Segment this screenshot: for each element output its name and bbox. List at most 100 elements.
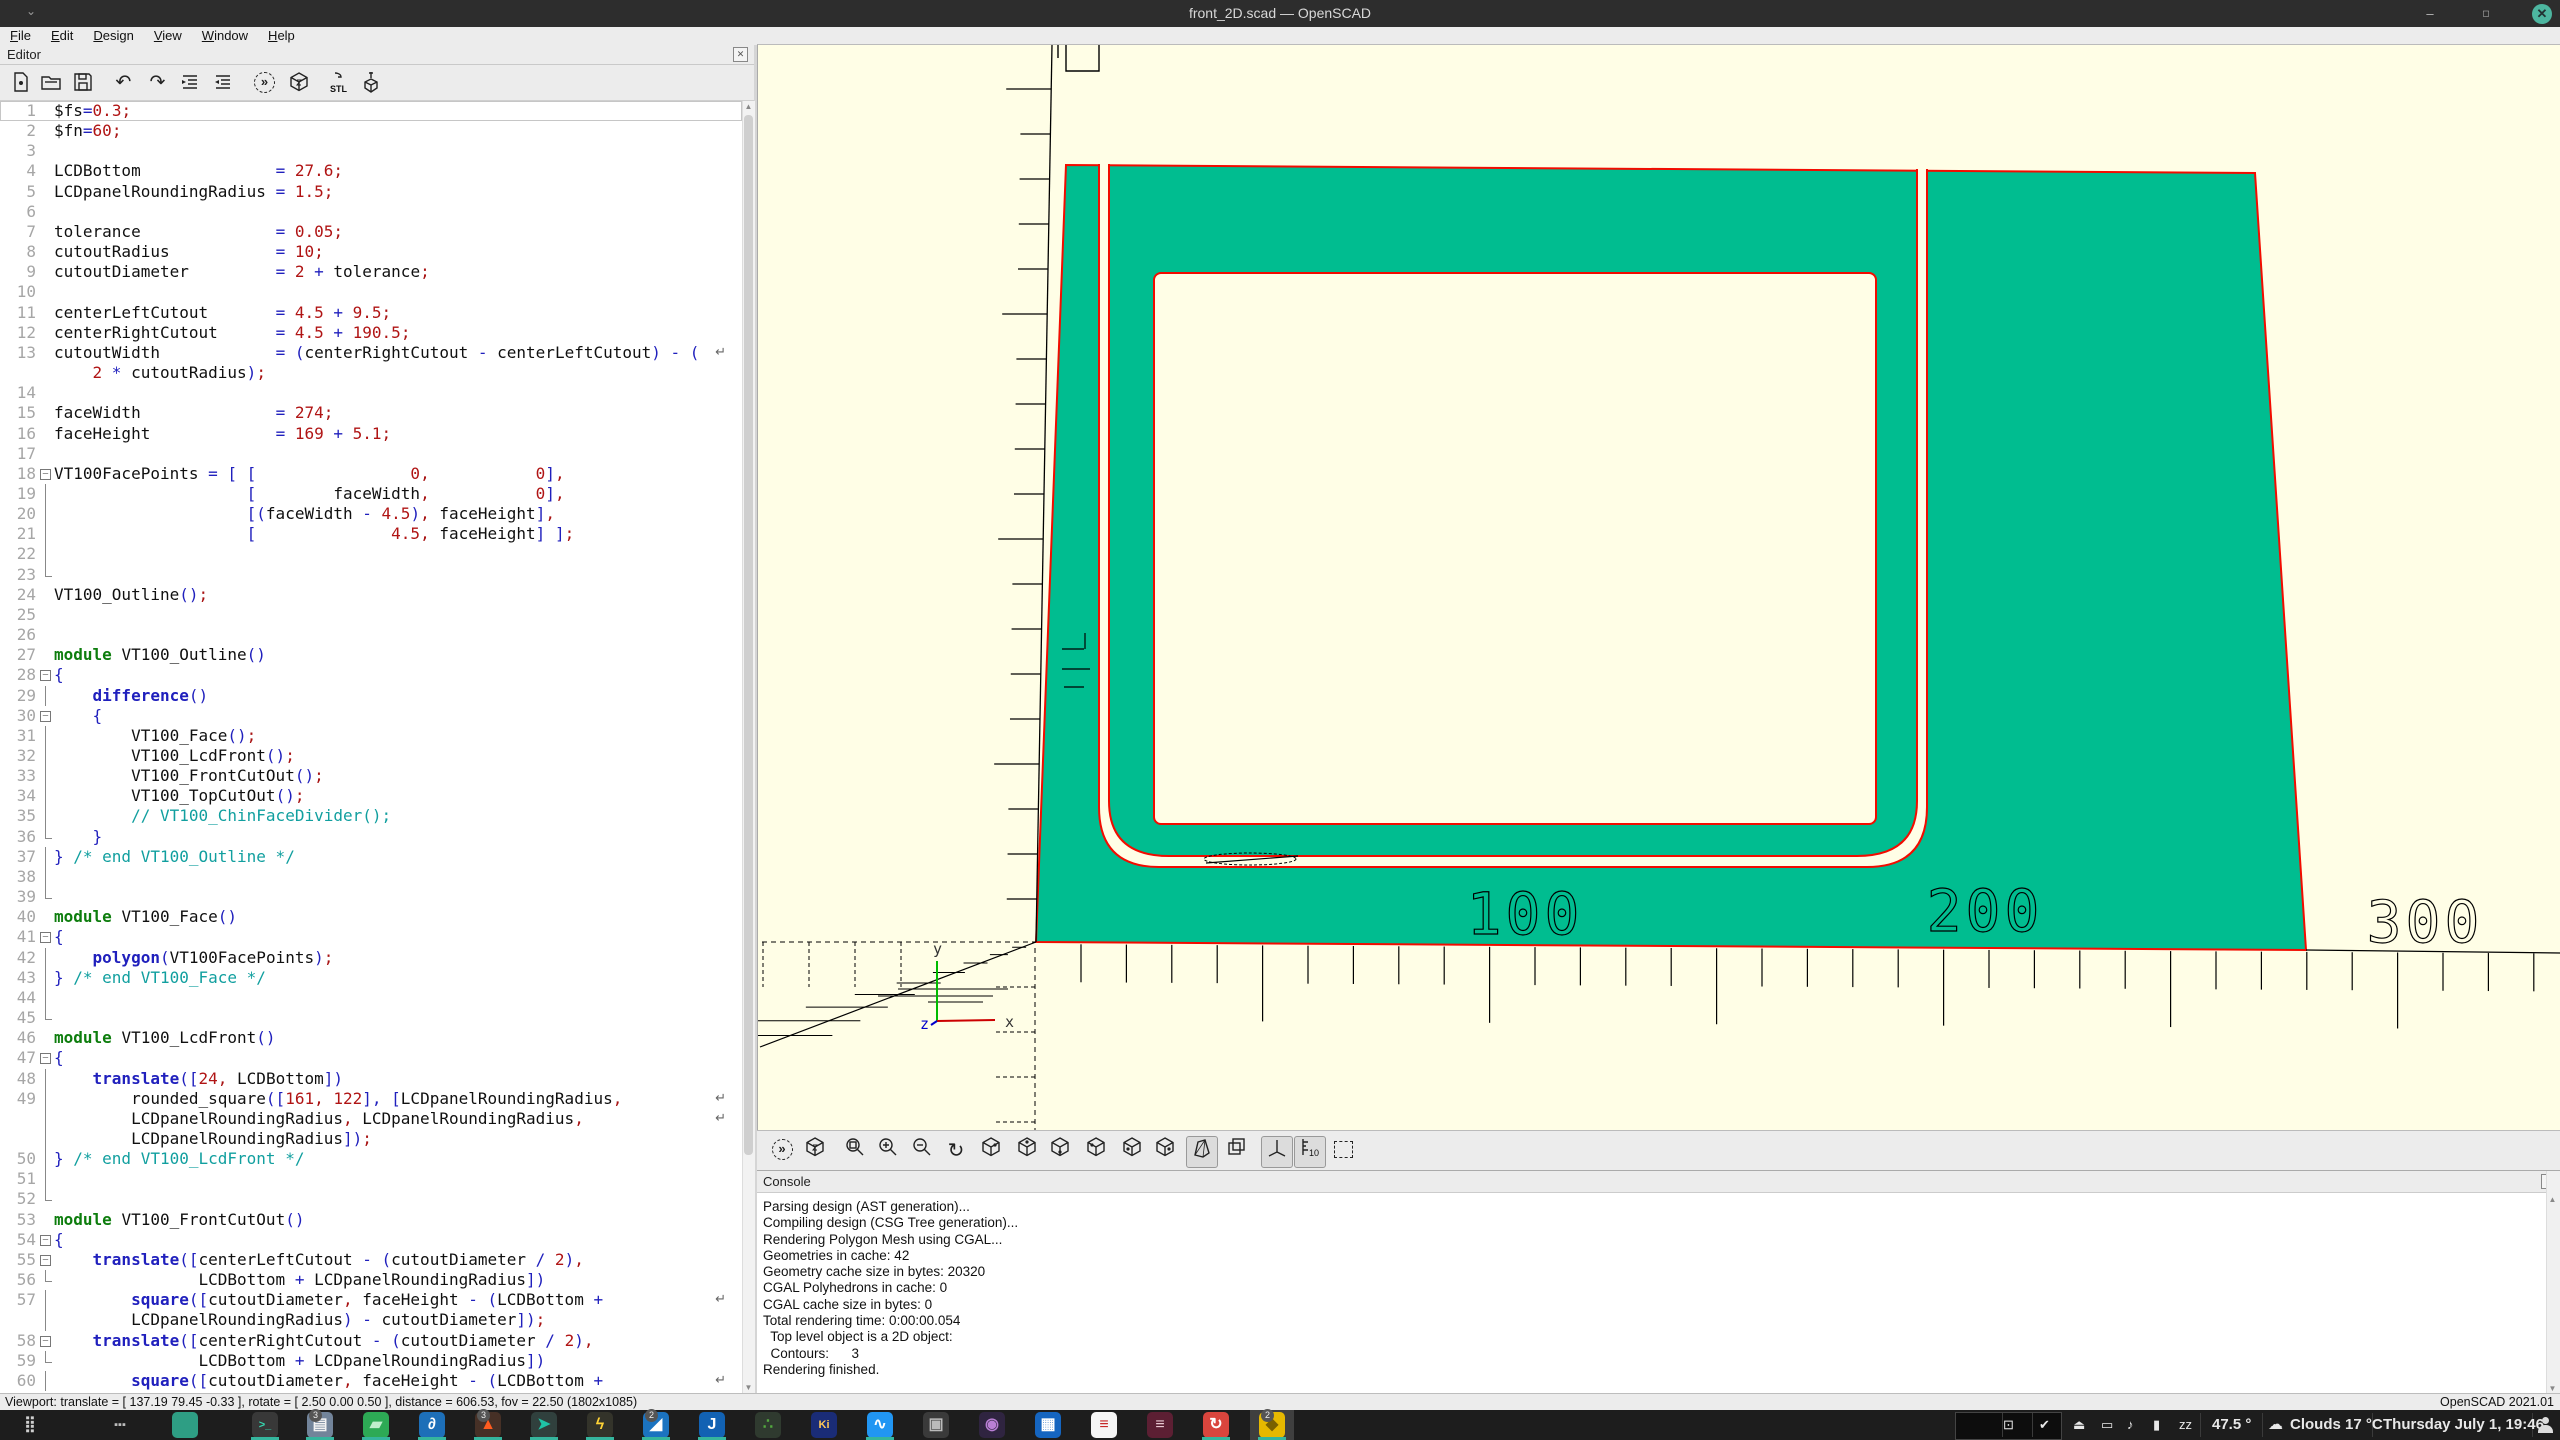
taskbar-app-lightning[interactable]: ϟ	[578, 1410, 622, 1440]
code-line-58[interactable]: 58– translate([centerRightCutout - (cuto…	[0, 1331, 742, 1351]
fold-marker[interactable]: –	[40, 665, 52, 685]
code-line-47[interactable]: 47–{	[0, 1048, 742, 1068]
new-button[interactable]	[8, 69, 35, 96]
menu-help[interactable]: Help	[258, 27, 305, 44]
code-editor[interactable]: 1$fs=0.3;2$fn=60;34LCDBottom = 27.6;5LCD…	[0, 101, 742, 1393]
fold-marker[interactable]: –	[40, 706, 52, 726]
taskbar-app-brave-browser[interactable]: ▲3	[466, 1410, 510, 1440]
zoom-all-button[interactable]	[840, 1136, 870, 1166]
code-line-45[interactable]: 45	[0, 1008, 742, 1028]
view-bottom-button[interactable]	[1045, 1136, 1075, 1166]
code-line-21[interactable]: 21 [ 4.5, faceHeight] ];	[0, 524, 742, 544]
taskbar-app-app-launcher[interactable]: ⣿	[8, 1410, 52, 1440]
code-line-40[interactable]: 40module VT100_Face()	[0, 907, 742, 927]
taskbar-app-jdownloader[interactable]: J	[690, 1410, 734, 1440]
render-button[interactable]	[800, 1136, 830, 1166]
taskbar-app-terminal[interactable]: >_	[243, 1410, 287, 1440]
taskbar-app-vscode[interactable]: ◢2	[634, 1410, 678, 1440]
taskbar-app-green-nodes[interactable]: ∴	[746, 1410, 790, 1440]
code-line-7[interactable]: 7tolerance = 0.05;	[0, 222, 742, 242]
taskbar-app-sync[interactable]: ↻	[1194, 1410, 1238, 1440]
code-line-35[interactable]: 35 // VT100_ChinFaceDivider();	[0, 806, 742, 826]
taskbar-app-audio-wave[interactable]: ∿	[858, 1410, 902, 1440]
fold-marker[interactable]: –	[40, 1331, 52, 1351]
zoom-in-button[interactable]	[873, 1136, 903, 1166]
scroll-up-icon[interactable]: ▲	[743, 102, 754, 111]
fold-marker[interactable]: –	[40, 464, 52, 484]
menu-design[interactable]: Design	[83, 27, 143, 44]
console-scroll-down-icon[interactable]: ▼	[2547, 1384, 2558, 1393]
code-line-22[interactable]: 22	[0, 544, 742, 564]
tray-battery-icon[interactable]: ▮	[2153, 1410, 2160, 1440]
code-line-29[interactable]: 29 difference()	[0, 686, 742, 706]
code-line-60[interactable]: 60 square([cutoutDiameter, faceHeight - …	[0, 1371, 742, 1391]
menu-window[interactable]: Window	[192, 27, 258, 44]
render-viewport[interactable]: 100200300yxz	[757, 44, 2560, 1131]
export-stl-button[interactable]: STL	[325, 69, 352, 96]
taskbar-app-workspace[interactable]	[163, 1410, 207, 1440]
render-button[interactable]	[286, 69, 313, 96]
taskbar-app-calculator[interactable]: ▦	[1026, 1410, 1070, 1440]
tray-window-switcher-icon[interactable]: ⊡	[2003, 1410, 2014, 1440]
code-line-25[interactable]: 25	[0, 605, 742, 625]
code-line-8[interactable]: 8cutoutRadius = 10;	[0, 242, 742, 262]
orthogonal-button[interactable]	[1221, 1136, 1251, 1166]
code-line-51[interactable]: 51	[0, 1169, 742, 1189]
taskbar-app-openscad[interactable]: ◆2	[1250, 1410, 1294, 1440]
preview-button[interactable]: »	[251, 69, 278, 96]
code-line-48[interactable]: 48 translate([24, LCDBottom])	[0, 1069, 742, 1089]
taskbar-app-folder-green[interactable]: ▰	[354, 1410, 398, 1440]
reset-view-button[interactable]: ↻	[941, 1136, 971, 1166]
menu-edit[interactable]: Edit	[41, 27, 83, 44]
close-button[interactable]: ✕	[2532, 4, 2552, 24]
tray-clock[interactable]: Thursday July 1, 19:46	[2383, 1410, 2544, 1440]
taskbar-app-file-manager[interactable]: ▤3	[298, 1410, 342, 1440]
code-line-30[interactable]: 30– {	[0, 706, 742, 726]
code-line-50[interactable]: 50} /* end VT100_LcdFront */	[0, 1149, 742, 1169]
taskbar-app-red-document[interactable]: ≡	[1138, 1410, 1182, 1440]
tray-sleep-zz-icon[interactable]: ᴢᴢ	[2179, 1410, 2192, 1440]
code-line-41[interactable]: 41–{	[0, 927, 742, 947]
code-line-18[interactable]: 18–VT100FacePoints = [ [ 0, 0],	[0, 464, 742, 484]
code-line-33[interactable]: 33 VT100_FrontCutOut();	[0, 766, 742, 786]
tray-eject-icon[interactable]: ⏏	[2073, 1410, 2085, 1440]
view-back-button[interactable]	[1150, 1136, 1180, 1166]
tray-weather[interactable]: Clouds 17 °C	[2290, 1410, 2383, 1440]
fold-marker[interactable]: –	[40, 927, 52, 947]
code-line-38[interactable]: 38	[0, 867, 742, 887]
export-image-button[interactable]	[358, 69, 385, 96]
view-front-button[interactable]	[1117, 1136, 1147, 1166]
view-top-button[interactable]	[1012, 1136, 1042, 1166]
taskbar-app-kicad[interactable]: Ki	[802, 1410, 846, 1440]
code-line-4[interactable]: 4LCDBottom = 27.6;	[0, 161, 742, 181]
editor-close-icon[interactable]: ✕	[733, 47, 748, 62]
code-line-54[interactable]: 54–{	[0, 1230, 742, 1250]
code-line-46[interactable]: 46module VT100_LcdFront()	[0, 1028, 742, 1048]
code-line-wrap[interactable]: LCDpanelRoundingRadius]);	[0, 1129, 742, 1149]
code-line-55[interactable]: 55– translate([centerLeftCutout - (cutou…	[0, 1250, 742, 1270]
code-line-14[interactable]: 14	[0, 383, 742, 403]
maximize-button[interactable]: ◻	[2476, 4, 2496, 24]
tray-user-icon[interactable]	[2538, 1410, 2554, 1440]
minimize-button[interactable]: –	[2420, 4, 2440, 24]
menu-view[interactable]: View	[144, 27, 192, 44]
menu-file[interactable]: File	[0, 27, 41, 44]
code-line-57[interactable]: 57 square([cutoutDiameter, faceHeight - …	[0, 1290, 742, 1310]
code-line-9[interactable]: 9cutoutDiameter = 2 + tolerance;	[0, 262, 742, 282]
code-line-53[interactable]: 53module VT100_FrontCutOut()	[0, 1210, 742, 1230]
code-line-wrap[interactable]: LCDpanelRoundingRadius, LCDpanelRounding…	[0, 1109, 742, 1129]
taskbar-app-owl-app[interactable]: ◉	[970, 1410, 1014, 1440]
code-line-42[interactable]: 42 polygon(VT100FacePoints);	[0, 948, 742, 968]
perspective-button[interactable]	[1186, 1136, 1218, 1168]
taskbar-app-pager[interactable]: ▪▪▪	[98, 1410, 142, 1440]
indent-button[interactable]	[210, 69, 237, 96]
code-line-34[interactable]: 34 VT100_TopCutOut();	[0, 786, 742, 806]
code-line-17[interactable]: 17	[0, 444, 742, 464]
window-titlebar[interactable]: ⌄ front_2D.scad — OpenSCAD – ◻ ✕	[0, 0, 2560, 27]
code-line-16[interactable]: 16faceHeight = 169 + 5.1;	[0, 424, 742, 444]
code-line-31[interactable]: 31 VT100_Face();	[0, 726, 742, 746]
scroll-down-icon[interactable]: ▼	[743, 1383, 754, 1392]
tray-weather-icon[interactable]: ☁	[2268, 1410, 2283, 1440]
code-line-13[interactable]: 13cutoutWidth = (centerRightCutout - cen…	[0, 343, 742, 363]
console-scrollbar[interactable]: ▲ ▼	[2546, 1171, 2560, 1394]
